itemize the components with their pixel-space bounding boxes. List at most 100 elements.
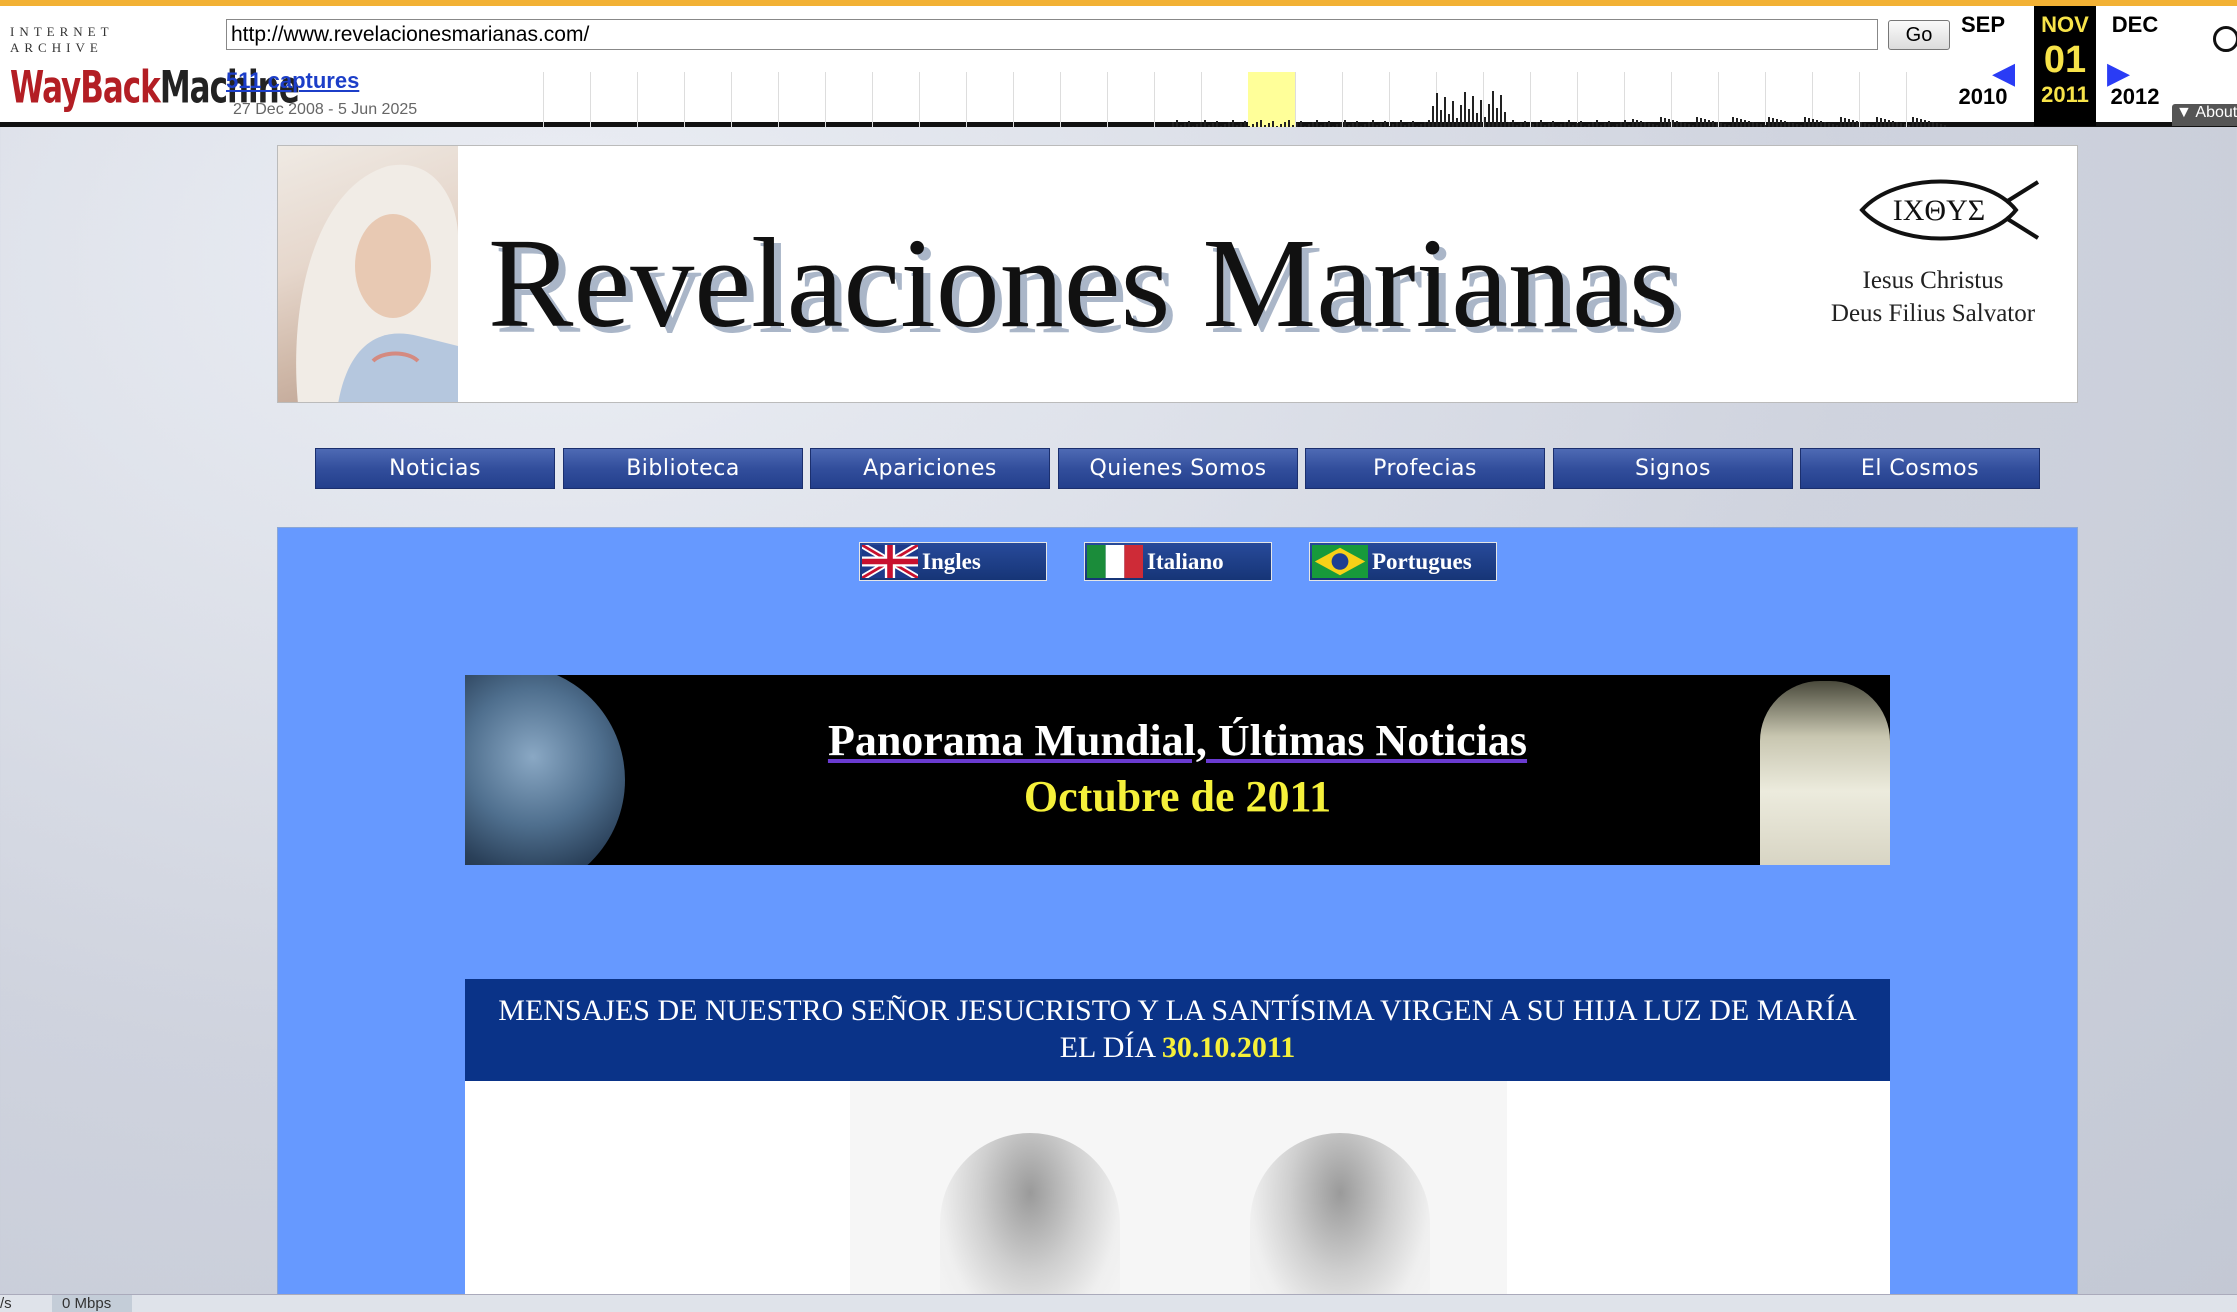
site-header: Revelaciones Marianas IΧΘYΣ Iesus Christ… bbox=[277, 145, 2078, 403]
sparkline-bar bbox=[1328, 121, 1330, 127]
sparkline-bar bbox=[1524, 121, 1526, 127]
sparkline-bar bbox=[1352, 123, 1354, 127]
sparkline-bar bbox=[1696, 117, 1698, 127]
sparkline-bar bbox=[1488, 104, 1490, 127]
message-heading-line-2: EL DÍA 30.10.2011 bbox=[465, 1029, 1890, 1066]
capture-date-range: 27 Dec 2008 - 5 Jun 2025 bbox=[233, 101, 418, 118]
wayback-machine-wordmark: WayBackMachine bbox=[10, 62, 300, 115]
news-banner[interactable]: Panorama Mundial, Últimas Noticias Octub… bbox=[465, 675, 1890, 865]
sparkline-bar bbox=[1904, 124, 1906, 127]
sparkline-bar bbox=[1372, 120, 1374, 127]
sparkline-bar bbox=[1932, 122, 1934, 127]
sparkline-bar bbox=[1760, 124, 1762, 127]
nav-quienes-somos[interactable]: Quienes Somos bbox=[1058, 448, 1298, 489]
sparkline-bar bbox=[1312, 122, 1314, 127]
banner-title[interactable]: Panorama Mundial, Últimas Noticias bbox=[465, 715, 1890, 766]
motto: Iesus Christus Deus Filius Salvator bbox=[1788, 264, 2077, 330]
sparkline-bar bbox=[1392, 124, 1394, 127]
banner-date[interactable]: Octubre de 2011 bbox=[465, 771, 1890, 822]
sparkline-bar bbox=[1692, 125, 1694, 127]
current-day: 01 bbox=[2043, 39, 2087, 81]
user-icon[interactable] bbox=[2213, 26, 2237, 52]
wayback-toolbar: INTERNET ARCHIVE WayBackMachine Go 511 c… bbox=[0, 0, 2237, 127]
prev-arrow-icon[interactable]: ◀ bbox=[1992, 56, 2015, 91]
wayback-logo[interactable]: INTERNET ARCHIVE WayBackMachine bbox=[10, 24, 300, 114]
sparkline-bar bbox=[1560, 124, 1562, 127]
lang-italian-button[interactable]: Italiano bbox=[1084, 542, 1272, 581]
message-date: 30.10.2011 bbox=[1161, 1031, 1296, 1064]
sparkline-bar bbox=[1744, 120, 1746, 127]
sparkline-bar bbox=[1884, 119, 1886, 127]
sparkline-bar bbox=[1916, 118, 1918, 127]
nav-noticias[interactable]: Noticias bbox=[315, 448, 555, 489]
sparkline-bar bbox=[1876, 117, 1878, 127]
sparkline-bar bbox=[1644, 122, 1646, 127]
sparkline-bar bbox=[1476, 113, 1478, 127]
captures-link[interactable]: 511 captures bbox=[226, 68, 359, 94]
sparkline-bar bbox=[1740, 119, 1742, 127]
sparkline-bar bbox=[1908, 125, 1910, 127]
sparkline-bar bbox=[1440, 110, 1442, 127]
sparkline-bar bbox=[1336, 124, 1338, 127]
url-input[interactable] bbox=[226, 19, 1878, 50]
uk-flag-icon bbox=[862, 545, 918, 578]
nav-signos[interactable]: Signos bbox=[1553, 448, 1793, 489]
sacred-hearts-image bbox=[850, 1081, 1507, 1312]
next-capture-column[interactable]: DEC 2012 bbox=[2104, 12, 2166, 110]
next-month: DEC bbox=[2111, 12, 2159, 37]
sparkline-bar bbox=[1508, 122, 1510, 127]
nav-biblioteca[interactable]: Biblioteca bbox=[563, 448, 803, 489]
go-button[interactable]: Go bbox=[1888, 20, 1950, 50]
sparkline-bar bbox=[1776, 119, 1778, 127]
prev-month: SEP bbox=[1960, 12, 2006, 37]
sparkline-bar bbox=[1580, 121, 1582, 127]
sparkline-bar bbox=[1604, 123, 1606, 127]
sparkline-bar bbox=[1632, 119, 1634, 127]
jesus-figure bbox=[940, 1133, 1120, 1312]
lang-italian-label: Italiano bbox=[1147, 549, 1224, 574]
sparkline-bar bbox=[1520, 123, 1522, 127]
capture-sparkline[interactable] bbox=[543, 72, 1951, 127]
sparkline-bar bbox=[1376, 125, 1378, 127]
sparkline-bar bbox=[1824, 122, 1826, 127]
status-bandwidth: 0 Mbps bbox=[62, 1295, 112, 1312]
nav-apariciones[interactable]: Apariciones bbox=[810, 448, 1050, 489]
sparkline-bar bbox=[1412, 121, 1414, 127]
sparkline-bar bbox=[1348, 125, 1350, 127]
sparkline-bar bbox=[1896, 122, 1898, 127]
brazil-flag-icon bbox=[1312, 545, 1368, 578]
sparkline-bar bbox=[1424, 122, 1426, 127]
nav-profecias[interactable]: Profecias bbox=[1305, 448, 1545, 489]
sparkline-bar bbox=[1808, 118, 1810, 127]
content-panel: Ingles Italiano Portugues Panorama Mundi… bbox=[277, 527, 2078, 1312]
sparkline-bar bbox=[1868, 124, 1870, 127]
sparkline-bar bbox=[1436, 93, 1438, 127]
sparkline-bar bbox=[1564, 122, 1566, 127]
sparkline-bar bbox=[1304, 126, 1306, 127]
lang-english-label: Ingles bbox=[922, 549, 981, 574]
sparkline-bar bbox=[1736, 118, 1738, 127]
sparkline-bar bbox=[1820, 121, 1822, 127]
sparkline-bar bbox=[1472, 96, 1474, 127]
sparkline-bar bbox=[1384, 121, 1386, 127]
lang-portuguese-button[interactable]: Portugues bbox=[1309, 542, 1497, 581]
sparkline-bar bbox=[1708, 120, 1710, 127]
sparkline-bar bbox=[1240, 123, 1242, 127]
sparkline-bar bbox=[1468, 109, 1470, 127]
sparkline-bar bbox=[1208, 125, 1210, 127]
sparkline-bar bbox=[1480, 100, 1482, 127]
sparkline-bar bbox=[1816, 120, 1818, 127]
sparkline-bar bbox=[1680, 122, 1682, 127]
sparkline-bar bbox=[1860, 122, 1862, 127]
about-button[interactable]: ▼ About bbox=[2172, 104, 2237, 126]
sparkline-bar bbox=[1280, 124, 1282, 127]
sparkline-bar bbox=[1196, 124, 1198, 127]
nav-el-cosmos[interactable]: El Cosmos bbox=[1800, 448, 2040, 489]
next-year: 2012 bbox=[2110, 84, 2160, 109]
ichthys-text: IΧΘYΣ bbox=[1893, 194, 1985, 227]
motto-line-1: Iesus Christus bbox=[1862, 267, 2004, 294]
lang-english-button[interactable]: Ingles bbox=[859, 542, 1047, 581]
sparkline-bar bbox=[1540, 120, 1542, 127]
sparkline-bar bbox=[1400, 120, 1402, 127]
sparkline-bar bbox=[1828, 123, 1830, 127]
